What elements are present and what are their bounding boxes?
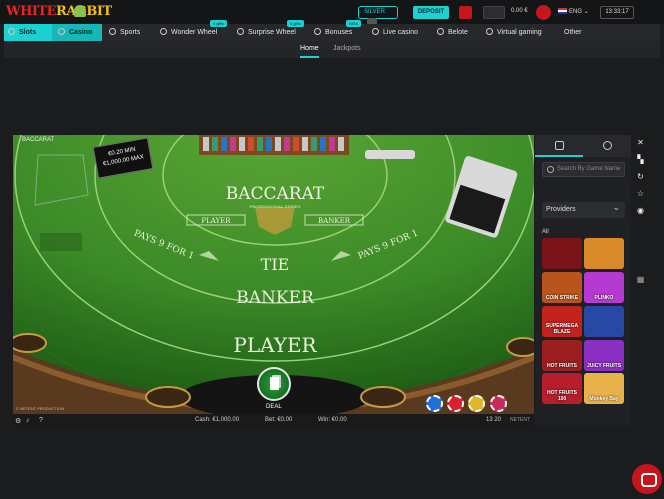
site-logo[interactable]: WHITERABBIT [6, 4, 112, 19]
tab-favorites[interactable] [583, 135, 631, 157]
top-bar: WHITERABBIT SILVER DEPOSIT 0.00 € ENG ⌄ … [0, 0, 664, 27]
game-thumbnail[interactable]: COIN STRIKE [542, 272, 582, 303]
lock-icon[interactable] [459, 6, 472, 19]
nav-sports[interactable]: Sports [109, 24, 140, 41]
wallet-toggle[interactable] [483, 6, 505, 19]
game-search-input[interactable]: Search By Game Name [542, 162, 625, 177]
chip-1[interactable] [426, 395, 443, 412]
nav-virtual-gaming[interactable]: Virtual gaming [486, 24, 542, 41]
bonuses-new-badge: NEW [346, 20, 362, 27]
tie-bet-area: TIE [261, 255, 290, 274]
game-thumbnail[interactable]: SUPERMEGA BLAZE [542, 306, 582, 337]
sports-icon [109, 28, 116, 35]
wonder-wheel-badge: 0 gifts [210, 20, 227, 27]
cards-icon [437, 28, 444, 35]
game-thumbnail[interactable]: PLINKO [584, 272, 624, 303]
deal-label: DEAL [266, 404, 282, 410]
gift-icon [314, 28, 321, 35]
tab-jackpots[interactable]: Jackpots [333, 41, 361, 58]
nav-wonder-wheel[interactable]: Wonder Wheel [160, 24, 217, 41]
settings-icon[interactable]: ⚙ [15, 417, 21, 425]
player-bet-area: PLAYER [233, 333, 317, 357]
split-screen-icon[interactable]: ▚ [636, 155, 645, 164]
clock: 13:33:17 [600, 6, 634, 19]
nav-other[interactable]: Other [564, 24, 582, 41]
table-title: BACCARAT [226, 184, 325, 204]
chat-icon[interactable] [632, 464, 662, 494]
nav-casino[interactable]: Casino [52, 24, 102, 41]
game-thumbnail[interactable]: HOT FRUITS [542, 340, 582, 371]
toggle-icon[interactable]: ◉ [636, 206, 645, 215]
table-subtitle: PROFESSIONAL SERIES [249, 204, 300, 209]
all-label: All [542, 229, 549, 235]
game-thumbnail[interactable] [584, 306, 624, 337]
game-time: 13 20 [486, 417, 502, 423]
tab-home[interactable]: Home [300, 41, 319, 58]
providers-dropdown[interactable]: Providers [542, 199, 625, 218]
deal-button[interactable] [257, 367, 291, 401]
banker-side-box: BANKER [318, 217, 351, 225]
refresh-icon[interactable]: ↻ [636, 172, 645, 181]
game-thumbnail[interactable]: Monkey Bay [584, 373, 624, 404]
virtual-gaming-icon [486, 28, 493, 35]
banker-bet-area: BANKER [236, 288, 315, 308]
provider-logo: NETENT [510, 417, 530, 423]
language-selector[interactable]: ENG ⌄ [558, 8, 589, 15]
netent-copyright: © NETENT PRODUCTION [16, 406, 64, 411]
tab-games[interactable] [535, 135, 583, 157]
nav-slots[interactable]: Slots [4, 24, 52, 41]
sub-nav: Home Jackpots [4, 41, 660, 58]
uk-flag-icon [558, 8, 567, 15]
slots-icon [8, 28, 15, 35]
chip-10[interactable] [468, 395, 485, 412]
games-icon [555, 141, 564, 150]
balance-value: 0.00 € [511, 8, 528, 14]
game-controls-column: ✕ ▚ ↻ ☆ ◉ ▦ [634, 135, 648, 285]
win-value: Win: €0.00 [318, 417, 347, 423]
sidebar-tabs [535, 135, 631, 157]
game-sidebar: Search By Game Name Providers All COIN S… [535, 135, 631, 427]
game-thumbnail[interactable]: HOT FRUITS 100 [542, 373, 582, 404]
loyalty-level-button[interactable]: SILVER [358, 6, 398, 27]
game-thumbnail[interactable]: JUICY FRUITS [584, 340, 624, 371]
game-title: BACCARAT [22, 137, 55, 143]
player-side-box: PLAYER [201, 217, 231, 225]
user-avatar[interactable] [536, 5, 551, 20]
android-app-icon[interactable] [74, 5, 86, 17]
cash-value: Cash: €1,000.00 [195, 417, 240, 423]
sound-icon[interactable]: ♪ [26, 417, 30, 424]
nav-belote[interactable]: Belote [437, 24, 468, 41]
chip-5[interactable] [447, 395, 464, 412]
close-icon[interactable]: ✕ [636, 138, 645, 147]
grid-icon[interactable]: ▦ [636, 275, 645, 284]
game-thumbnail[interactable] [584, 238, 624, 269]
trophy-icon [603, 141, 612, 150]
game-status-bar: ⚙ ♪ ? © NETENT PRODUCTION Cash: €1,000.0… [13, 406, 534, 427]
star-icon[interactable]: ☆ [636, 189, 645, 198]
help-icon[interactable]: ? [39, 417, 43, 424]
live-casino-icon [372, 28, 379, 35]
wheel-icon [160, 28, 167, 35]
chip-25[interactable] [490, 395, 507, 412]
wheel-icon [237, 28, 244, 35]
bet-value: Bet: €0.00 [265, 417, 293, 423]
deposit-button[interactable]: DEPOSIT [413, 6, 449, 19]
nav-live-casino[interactable]: Live casino [372, 24, 418, 41]
main-nav: Slots Casino Sports Wonder Wheel 0 gifts… [4, 20, 660, 41]
surprise-wheel-badge: 0 gifts [287, 20, 304, 27]
game-thumbnail[interactable] [542, 238, 582, 269]
casino-icon [58, 28, 65, 35]
